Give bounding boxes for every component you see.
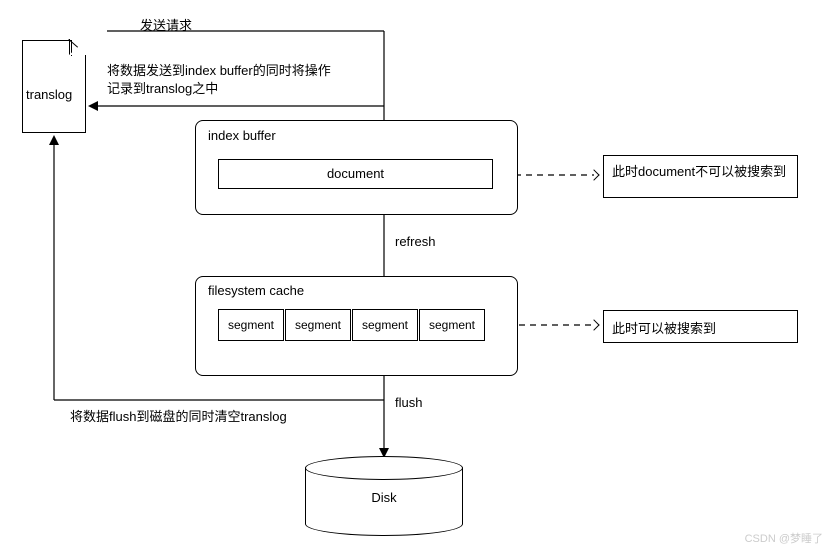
label-translog: translog <box>26 87 72 102</box>
cylinder-disk: Disk <box>305 456 463 530</box>
arrow-into-translog <box>88 101 98 111</box>
arrow-note-searchable <box>588 319 599 330</box>
label-send-request: 发送请求 <box>140 15 192 34</box>
label-index-buffer: index buffer <box>208 128 276 143</box>
label-document: document <box>327 166 384 181</box>
box-segment-2: segment <box>285 309 351 341</box>
box-segment-3: segment <box>352 309 418 341</box>
label-flush-note: 将数据flush到磁盘的同时清空translog <box>70 408 290 426</box>
label-send-to-index-buffer: 将数据发送到index buffer的同时将操作记录到translog之中 <box>107 62 332 98</box>
label-note-searchable: 此时可以被搜索到 <box>612 321 716 336</box>
label-filesystem-cache: filesystem cache <box>208 283 304 298</box>
box-document: document <box>218 159 493 189</box>
label-flush: flush <box>395 395 422 410</box>
watermark: CSDN @梦睡了 <box>745 530 823 546</box>
label-disk: Disk <box>305 490 463 505</box>
label-refresh: refresh <box>395 234 435 249</box>
box-note-unsearchable: 此时document不可以被搜索到 <box>603 155 798 198</box>
label-note-unsearchable: 此时document不可以被搜索到 <box>612 164 786 179</box>
box-segment-1: segment <box>218 309 284 341</box>
box-segment-4: segment <box>419 309 485 341</box>
arrow-clear-translog <box>49 135 59 145</box>
box-note-searchable: 此时可以被搜索到 <box>603 310 798 343</box>
arrow-note-doc <box>588 169 599 180</box>
